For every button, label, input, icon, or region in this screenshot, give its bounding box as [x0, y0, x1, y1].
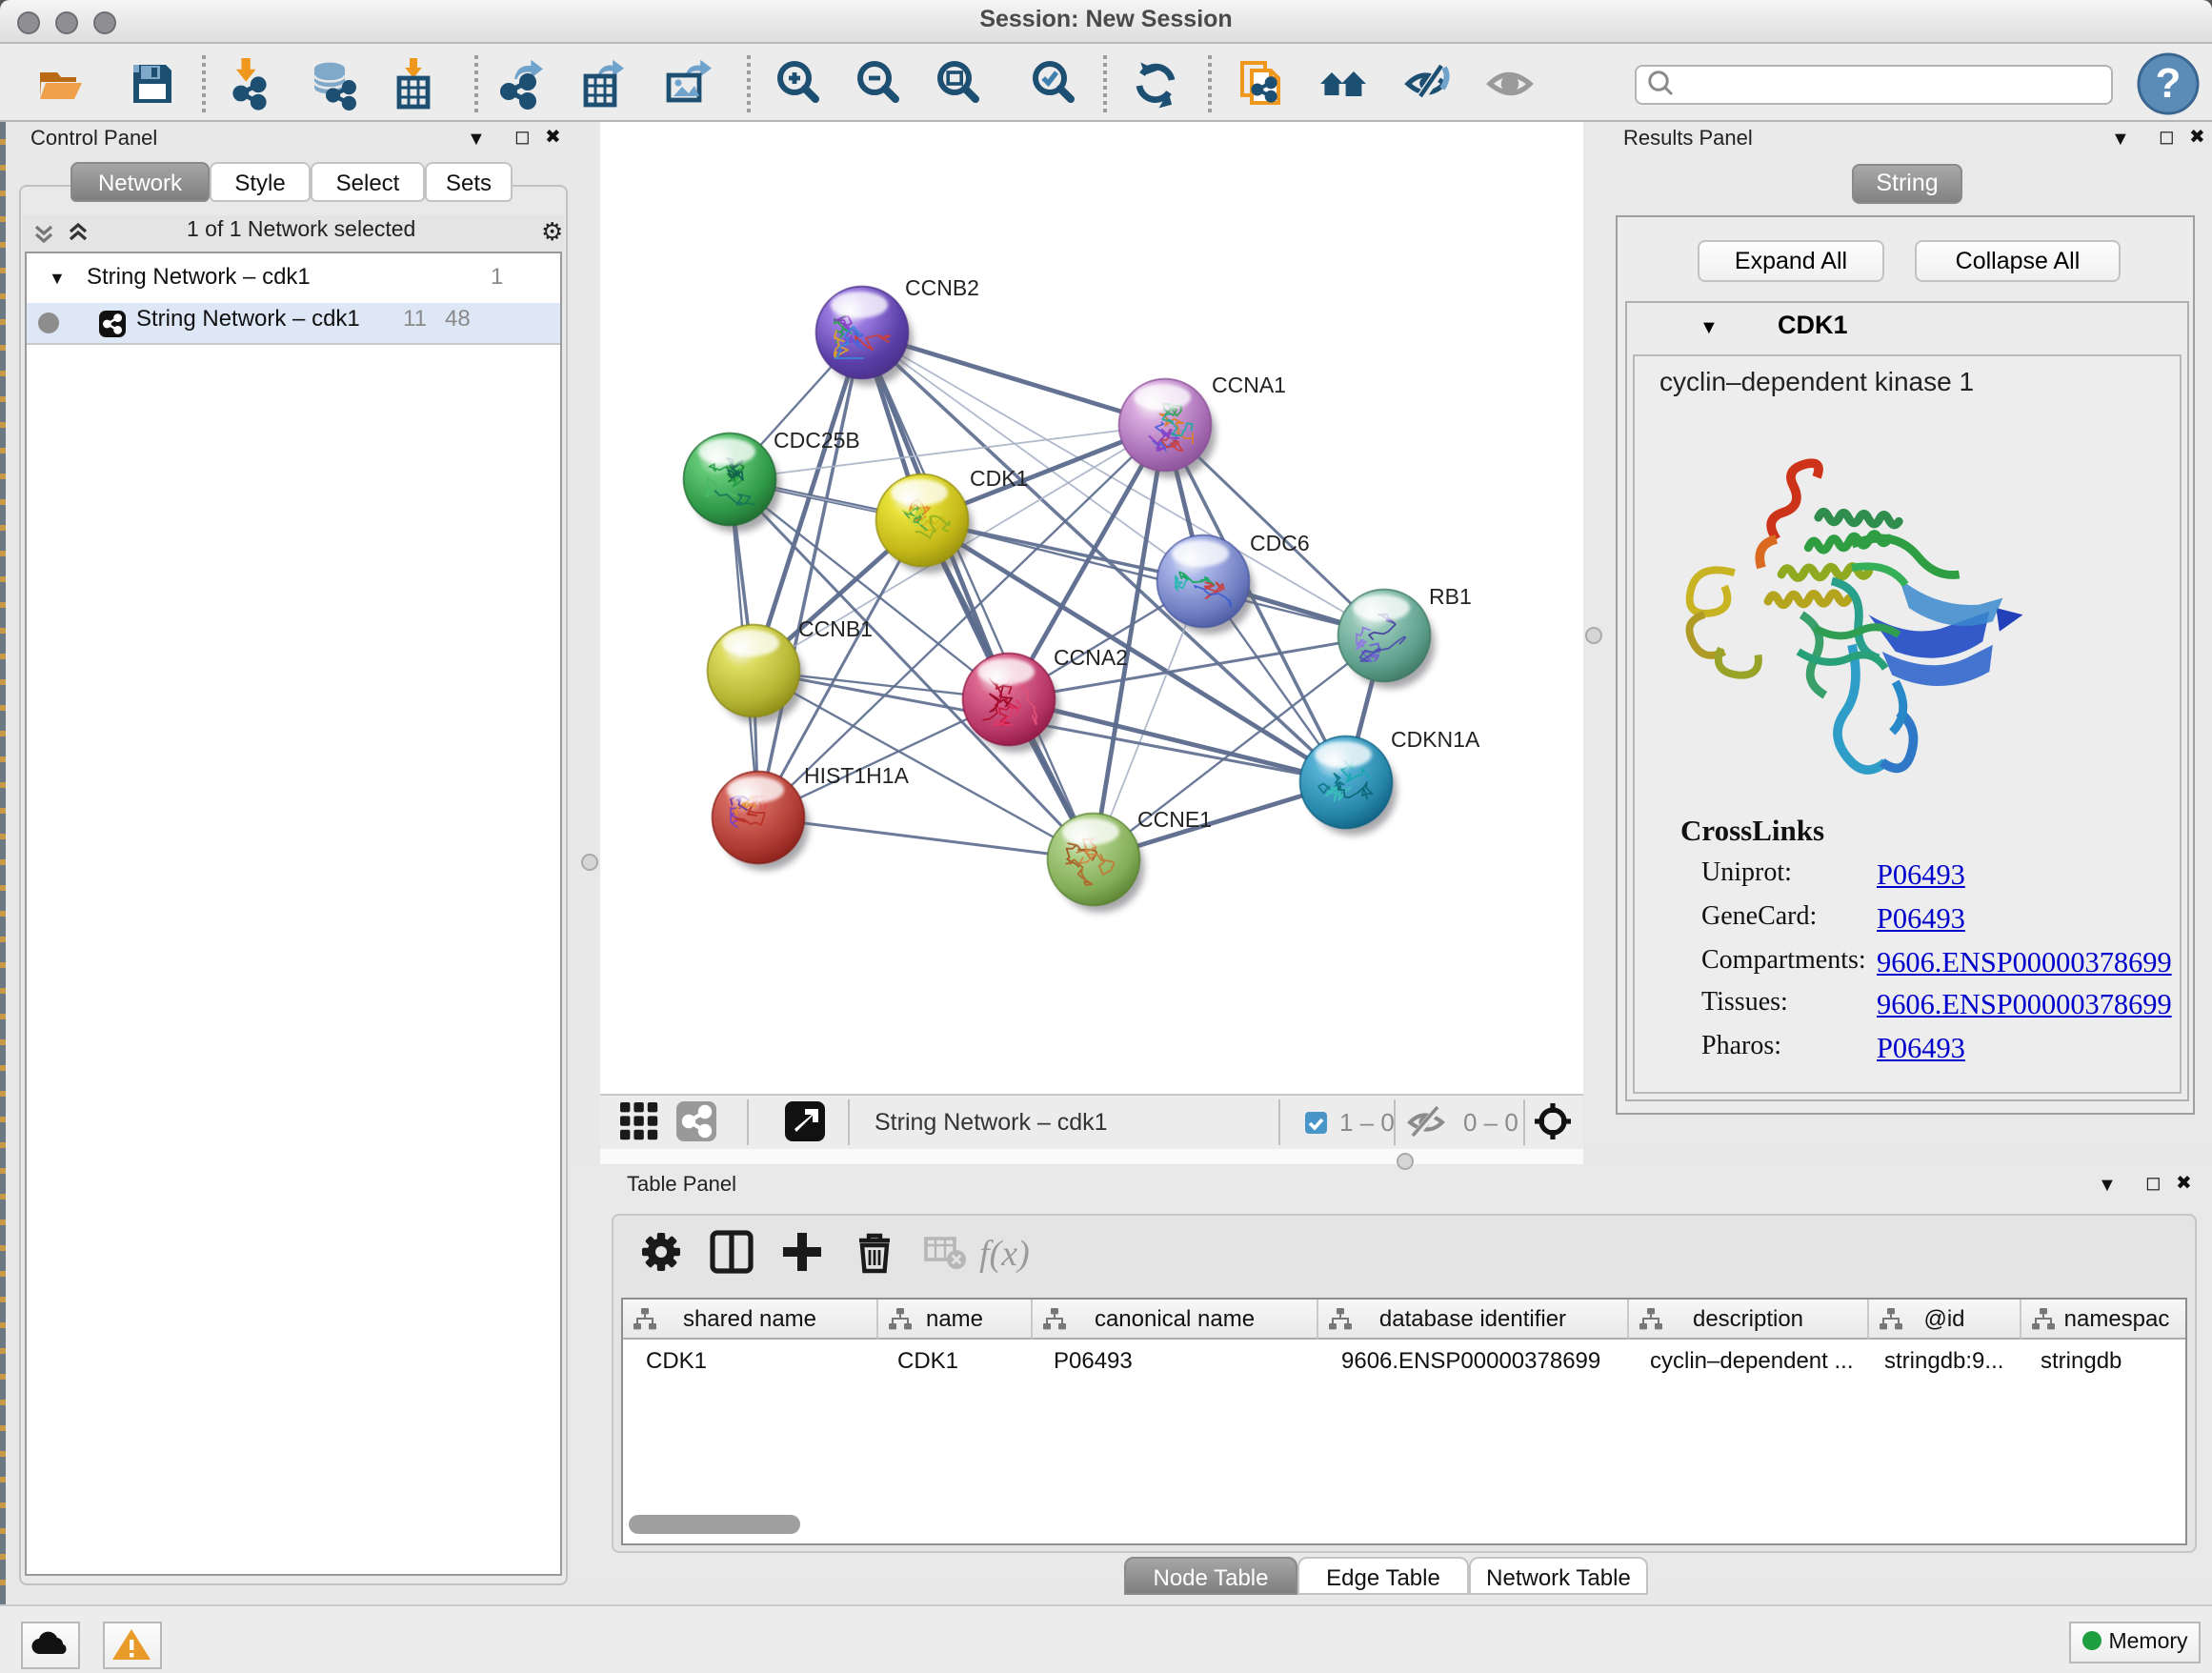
svg-text:0 – 0: 0 – 0: [1463, 1108, 1518, 1137]
svg-text:CDC6: CDC6: [1250, 531, 1310, 555]
svg-text:CDK1: CDK1: [970, 466, 1028, 491]
svg-text:?: ?: [2156, 60, 2182, 107]
svg-text:CCNE1: CCNE1: [1137, 807, 1212, 832]
svg-text:CCNB2: CCNB2: [905, 275, 979, 300]
svg-text:CCNA1: CCNA1: [1212, 373, 1286, 397]
svg-text:CCNA2: CCNA2: [1054, 645, 1128, 670]
svg-text:RB1: RB1: [1429, 584, 1472, 609]
svg-text:CDKN1A: CDKN1A: [1391, 727, 1480, 752]
svg-text:String Network – cdk1: String Network – cdk1: [875, 1109, 1108, 1136]
svg-text:CCNB1: CCNB1: [798, 616, 873, 641]
svg-text:HIST1H1A: HIST1H1A: [804, 763, 910, 788]
svg-text:CDC25B: CDC25B: [774, 428, 860, 453]
svg-text:1 – 0: 1 – 0: [1339, 1108, 1395, 1137]
svg-text:f(x): f(x): [979, 1234, 1030, 1274]
